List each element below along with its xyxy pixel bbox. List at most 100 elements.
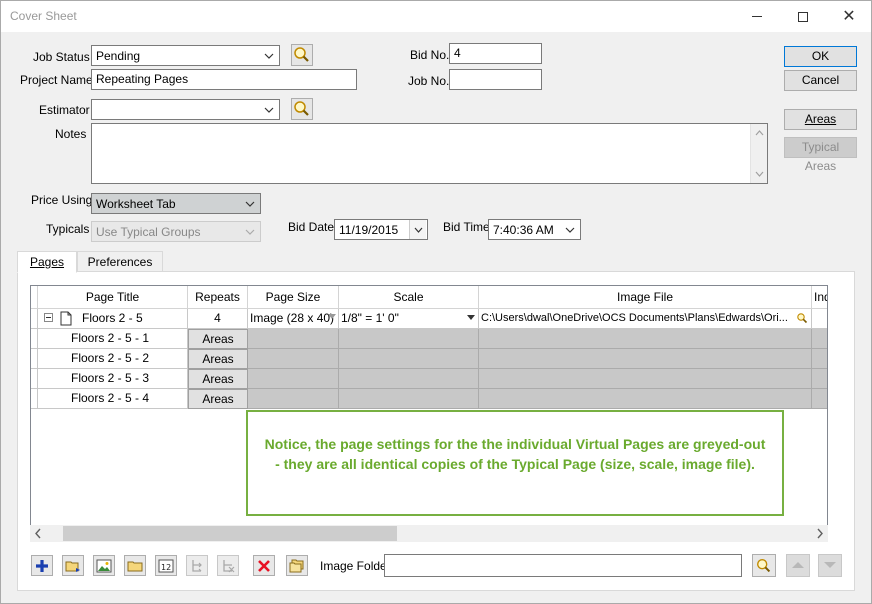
greyed-index-cell bbox=[812, 349, 827, 369]
move-down-button[interactable] bbox=[818, 554, 842, 577]
scroll-left-icon[interactable] bbox=[33, 528, 43, 539]
chevron-down-icon bbox=[409, 220, 426, 239]
typicals-dropdown[interactable]: Use Typical Groups bbox=[91, 221, 261, 242]
table-row-parent-title[interactable]: Floors 2 - 5 bbox=[38, 309, 188, 329]
typicals-value: Use Typical Groups bbox=[96, 225, 201, 239]
column-header-index[interactable]: Inde bbox=[812, 286, 827, 309]
estimator-dropdown[interactable] bbox=[91, 99, 280, 120]
cancel-button[interactable]: Cancel bbox=[784, 70, 857, 91]
tab-pages[interactable]: Pages bbox=[17, 251, 77, 273]
price-using-dropdown[interactable]: Worksheet Tab bbox=[91, 193, 261, 214]
minimize-button[interactable] bbox=[734, 1, 780, 32]
greyed-index-cell bbox=[812, 389, 827, 409]
job-status-label: Job Status bbox=[33, 50, 90, 64]
greyed-page-size-cell bbox=[248, 369, 339, 389]
parent-index-cell[interactable] bbox=[812, 309, 827, 329]
copy-folder-button[interactable] bbox=[286, 555, 308, 576]
ok-button[interactable]: OK bbox=[784, 46, 857, 67]
bid-date-picker[interactable]: 11/19/2015 bbox=[334, 219, 428, 240]
image-button[interactable] bbox=[93, 555, 115, 576]
table-row-title[interactable]: Floors 2 - 5 - 3 bbox=[38, 369, 188, 389]
maximize-button[interactable] bbox=[780, 1, 826, 32]
svg-text:12: 12 bbox=[161, 563, 171, 572]
greyed-scale-cell bbox=[339, 389, 479, 409]
greyed-scale-cell bbox=[339, 349, 479, 369]
greyed-image-file-cell bbox=[479, 369, 812, 389]
folders-icon bbox=[289, 559, 304, 573]
title-bar: Cover Sheet ✕ bbox=[1, 1, 871, 32]
parent-image-file-cell[interactable]: C:\Users\dwal\OneDrive\OCS Documents\Pla… bbox=[479, 309, 812, 329]
column-header-image-file[interactable]: Image File bbox=[479, 286, 812, 309]
greyed-image-file-cell bbox=[479, 349, 812, 369]
greyed-image-file-cell bbox=[479, 329, 812, 349]
image-folder-input[interactable] bbox=[384, 554, 742, 577]
table-row-title[interactable]: Floors 2 - 5 - 2 bbox=[38, 349, 188, 369]
job-status-search-button[interactable] bbox=[291, 44, 313, 66]
parent-scale-cell[interactable]: 1/8" = 1' 0" bbox=[339, 309, 479, 329]
remove-tree-button[interactable] bbox=[217, 555, 239, 576]
job-no-input[interactable] bbox=[449, 69, 542, 90]
scrollbar-thumb[interactable] bbox=[63, 526, 397, 541]
add-pages-from-folder-button[interactable] bbox=[62, 555, 84, 576]
parent-page-size-cell[interactable]: Image (28 x 40) bbox=[248, 309, 339, 329]
chevron-down-icon bbox=[563, 224, 577, 236]
price-using-value: Worksheet Tab bbox=[96, 197, 176, 211]
job-status-dropdown[interactable]: Pending bbox=[91, 45, 280, 66]
column-header-repeats[interactable]: Repeats bbox=[188, 286, 248, 309]
project-name-input[interactable]: Repeating Pages bbox=[91, 69, 357, 90]
arrow-up-icon bbox=[792, 562, 804, 568]
greyed-image-file-cell bbox=[479, 389, 812, 409]
row-areas-button[interactable]: Areas bbox=[188, 349, 248, 369]
greyed-scale-cell bbox=[339, 369, 479, 389]
open-folder-button[interactable] bbox=[124, 555, 146, 576]
cover-sheet-window: Cover Sheet ✕ Job Status Pending Project… bbox=[0, 0, 872, 604]
hierarchy-icon bbox=[192, 560, 202, 572]
price-using-label: Price Using bbox=[31, 193, 93, 207]
typical-areas-button[interactable]: Typical Areas bbox=[784, 137, 857, 173]
plus-icon bbox=[36, 560, 48, 572]
notes-scrollbar[interactable] bbox=[750, 124, 767, 183]
column-header-scale[interactable]: Scale bbox=[339, 286, 479, 309]
row-indicator bbox=[31, 329, 38, 349]
annotation-callout: Notice, the page settings for the the in… bbox=[246, 410, 784, 516]
column-header-page-size[interactable]: Page Size bbox=[248, 286, 339, 309]
table-row-title[interactable]: Floors 2 - 5 - 1 bbox=[38, 329, 188, 349]
row-indicator bbox=[31, 309, 38, 329]
search-icon bbox=[294, 101, 309, 116]
parent-repeats-cell[interactable]: 4 bbox=[188, 309, 248, 329]
search-icon[interactable] bbox=[796, 312, 808, 324]
tree-button[interactable] bbox=[186, 555, 208, 576]
maximize-icon bbox=[798, 11, 808, 22]
bid-date-value: 11/19/2015 bbox=[339, 223, 399, 237]
bid-time-picker[interactable]: 7:40:36 AM bbox=[488, 219, 581, 240]
tab-preferences[interactable]: Preferences bbox=[77, 251, 163, 272]
table-row-title[interactable]: Floors 2 - 5 - 4 bbox=[38, 389, 188, 409]
estimator-search-button[interactable] bbox=[291, 98, 313, 120]
delete-icon bbox=[258, 560, 270, 572]
parent-image-file-value: C:\Users\dwal\OneDrive\OCS Documents\Pla… bbox=[481, 312, 788, 324]
row-indicator bbox=[31, 389, 38, 409]
close-button[interactable]: ✕ bbox=[826, 1, 872, 32]
row-areas-button[interactable]: Areas bbox=[188, 329, 248, 349]
bid-no-input[interactable]: 4 bbox=[449, 43, 542, 64]
add-page-button[interactable] bbox=[31, 555, 53, 576]
project-name-label: Project Name bbox=[20, 73, 93, 87]
search-icon bbox=[757, 559, 771, 573]
scroll-down-icon bbox=[755, 171, 764, 177]
scroll-right-icon[interactable] bbox=[815, 528, 825, 539]
notes-textarea[interactable] bbox=[91, 123, 768, 184]
delete-page-button[interactable] bbox=[253, 555, 275, 576]
areas-button[interactable]: Areas bbox=[784, 109, 857, 130]
estimator-label: Estimator bbox=[39, 103, 90, 117]
image-folder-search-button[interactable] bbox=[752, 554, 776, 577]
folder-icon bbox=[127, 561, 143, 572]
numbering-button[interactable]: 12 bbox=[155, 555, 177, 576]
row-indicator bbox=[31, 369, 38, 389]
collapse-icon[interactable] bbox=[44, 313, 53, 322]
bid-date-label: Bid Date bbox=[288, 220, 335, 234]
bid-time-value: 7:40:36 AM bbox=[493, 223, 554, 237]
column-header-page-title[interactable]: Page Title bbox=[38, 286, 188, 309]
row-areas-button[interactable]: Areas bbox=[188, 389, 248, 409]
row-areas-button[interactable]: Areas bbox=[188, 369, 248, 389]
move-up-button[interactable] bbox=[786, 554, 810, 577]
